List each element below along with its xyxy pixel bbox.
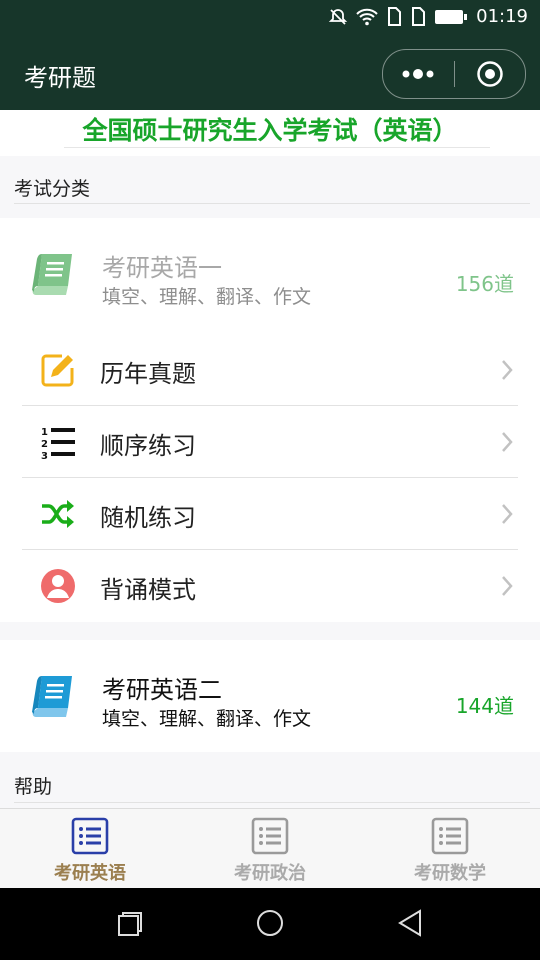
chevron-right-icon xyxy=(502,576,513,596)
app-header: 考研题 xyxy=(0,36,540,110)
wifi-icon xyxy=(356,8,378,25)
list-doc-icon xyxy=(71,817,109,855)
section-label-categories: 考试分类 xyxy=(14,178,91,200)
sim-card-icon xyxy=(412,6,426,26)
user-circle-icon xyxy=(41,569,75,603)
menu-item-label: 随机练习 xyxy=(100,504,196,532)
chevron-right-icon xyxy=(502,504,513,524)
blue-book-icon xyxy=(32,676,72,717)
app-title: 考研题 xyxy=(24,64,96,92)
tab-english[interactable]: 考研英语 xyxy=(0,809,180,889)
menu-capsule xyxy=(382,49,526,99)
section-label-help: 帮助 xyxy=(14,776,53,798)
tab-math[interactable]: 考研数学 xyxy=(360,809,540,889)
exam-row-english-1[interactable]: 考研英语一 填空、理解、翻译、作文 156道 xyxy=(0,218,540,328)
exam-title: 考研英语一 xyxy=(102,254,222,282)
chevron-right-icon xyxy=(502,432,513,452)
question-count: 144道 xyxy=(455,694,514,718)
svg-text:3: 3 xyxy=(41,451,48,460)
ordered-list-icon: 1 2 3 xyxy=(41,427,75,460)
close-button[interactable] xyxy=(455,60,526,88)
section-divider xyxy=(14,802,530,803)
tab-label: 考研数学 xyxy=(414,863,486,884)
menu-item-past-exams[interactable]: 历年真题 xyxy=(22,334,518,406)
page-heading-text: 全国硕士研究生入学考试（英语） xyxy=(82,116,458,145)
exam-subtitle: 填空、理解、翻译、作文 xyxy=(102,286,312,308)
exam-card-english-2: 考研英语二 填空、理解、翻译、作文 144道 xyxy=(0,640,540,752)
section-divider xyxy=(14,203,530,204)
tab-label: 考研政治 xyxy=(234,863,306,884)
status-bar: 01:19 xyxy=(0,0,540,36)
tab-politics[interactable]: 考研政治 xyxy=(180,809,360,889)
green-book-icon xyxy=(32,254,72,295)
bottom-tab-bar: 考研英语 考研政治 考研数学 xyxy=(0,808,540,889)
tab-label: 考研英语 xyxy=(54,863,126,884)
menu-item-label: 背诵模式 xyxy=(100,576,196,604)
menu-item-label: 顺序练习 xyxy=(100,432,196,460)
exam-row-english-2[interactable]: 考研英语二 填空、理解、翻译、作文 144道 xyxy=(0,640,540,750)
battery-icon xyxy=(435,9,468,24)
exam-card-english-1: 考研英语一 填空、理解、翻译、作文 156道 历年真题 1 2 3 顺序练习 随… xyxy=(0,218,540,622)
more-button[interactable] xyxy=(383,69,454,79)
shuffle-icon xyxy=(42,500,74,528)
chevron-right-icon xyxy=(502,360,513,380)
status-time: 01:19 xyxy=(476,6,528,27)
system-nav-bar xyxy=(0,888,540,960)
menu-item-recite-mode[interactable]: 背诵模式 xyxy=(22,550,518,622)
list-doc-icon xyxy=(431,817,469,855)
exam-title: 考研英语二 xyxy=(102,676,222,704)
recents-icon[interactable] xyxy=(116,910,144,938)
sim-card-icon xyxy=(388,6,402,26)
menu-item-label: 历年真题 xyxy=(100,360,196,388)
svg-text:1: 1 xyxy=(41,427,48,438)
question-count: 156道 xyxy=(455,272,514,296)
svg-text:2: 2 xyxy=(41,439,48,450)
status-icons: 01:19 xyxy=(328,6,528,27)
home-icon[interactable] xyxy=(255,908,285,938)
list-doc-icon xyxy=(251,817,289,855)
page-heading: 全国硕士研究生入学考试（英语） xyxy=(0,110,540,156)
more-dots-icon xyxy=(402,69,434,79)
edit-icon xyxy=(41,354,74,387)
back-icon[interactable] xyxy=(396,908,424,938)
target-circle-icon xyxy=(477,61,503,87)
menu-item-sequential-practice[interactable]: 1 2 3 顺序练习 xyxy=(22,406,518,478)
mute-bell-icon xyxy=(328,8,348,25)
exam-subtitle: 填空、理解、翻译、作文 xyxy=(102,708,312,730)
menu-item-random-practice[interactable]: 随机练习 xyxy=(22,478,518,550)
heading-divider xyxy=(64,147,490,148)
